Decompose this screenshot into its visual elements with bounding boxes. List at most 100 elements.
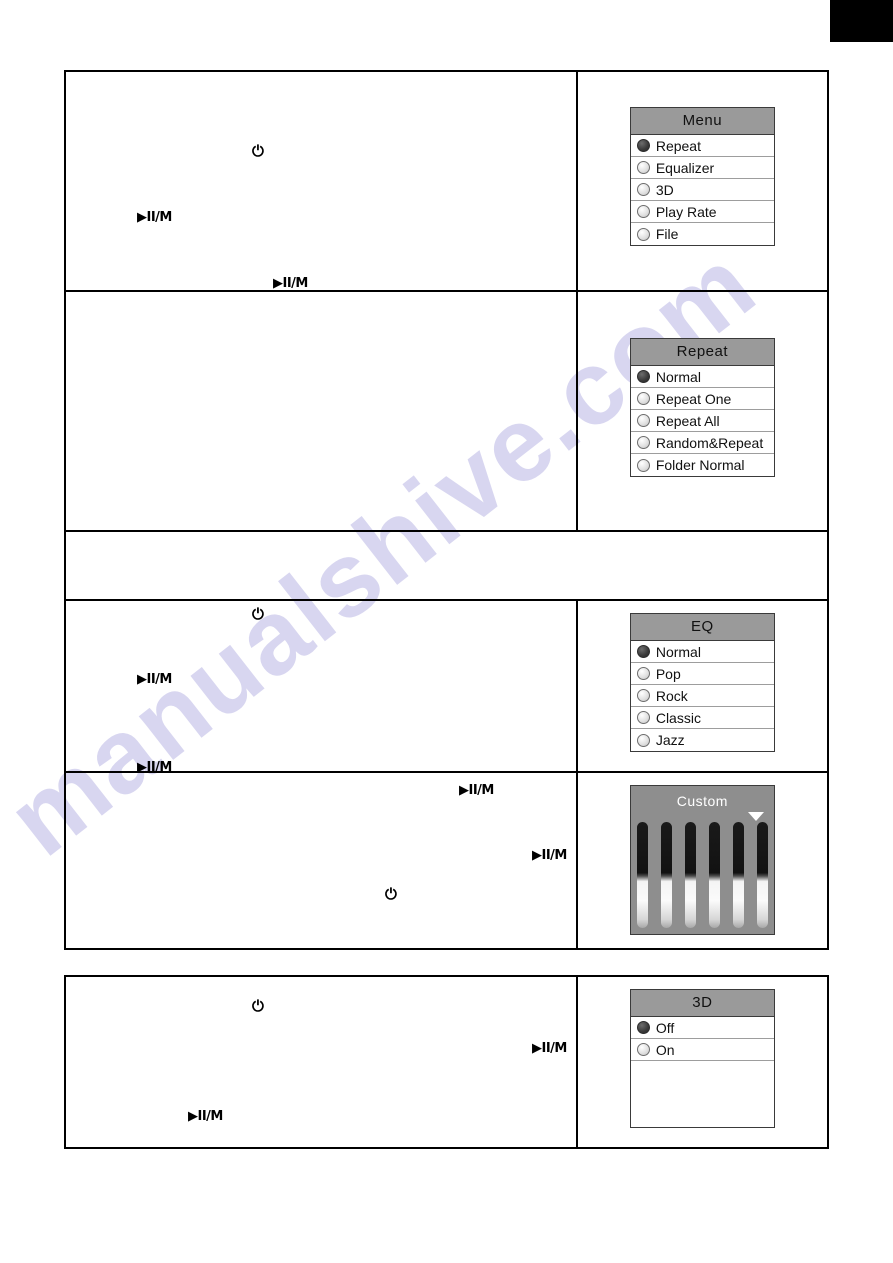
eq-item-label: Pop xyxy=(655,665,681,682)
screen-title: Custom xyxy=(676,793,728,809)
power-icon: ⏻ xyxy=(252,997,264,1015)
equalizer-band-group xyxy=(634,822,770,928)
radio-icon[interactable] xyxy=(636,733,650,747)
menu-item-label: Play Rate xyxy=(655,203,717,220)
radio-icon[interactable] xyxy=(636,370,650,383)
table-row: ⏻ ▶II/M ▶II/M 3D Off On xyxy=(64,975,830,1149)
repeat-item-label: Normal xyxy=(655,368,701,385)
radio-icon[interactable] xyxy=(636,645,650,658)
repeat-item-folder-normal[interactable]: Folder Normal xyxy=(630,454,774,476)
radio-icon[interactable] xyxy=(636,667,650,680)
equalizer-band-slider[interactable] xyxy=(706,822,722,928)
device-screen-menu: Menu Repeat Equalizer 3D Play Rate File xyxy=(629,107,775,246)
radio-icon[interactable] xyxy=(636,414,650,427)
eq-item-rock[interactable]: Rock xyxy=(630,685,774,707)
cell-eq-screen: EQ Normal Pop Rock Classic Jazz xyxy=(575,599,830,773)
menu-item-label: Equalizer xyxy=(655,159,715,176)
equalizer-band-slider[interactable] xyxy=(682,822,698,928)
play-menu-icon: ▶II/M xyxy=(137,672,172,687)
device-screen-eq: EQ Normal Pop Rock Classic Jazz xyxy=(629,613,775,752)
radio-icon[interactable] xyxy=(636,1021,650,1034)
repeat-item-label: Folder Normal xyxy=(655,457,745,473)
table-row-spacer xyxy=(64,530,829,601)
play-menu-icon: ▶II/M xyxy=(273,276,308,291)
table-row: ▶II/M ▶II/M ⏻ Custom xyxy=(64,771,830,950)
play-menu-icon: ▶II/M xyxy=(532,848,567,863)
cell-spacer-note xyxy=(64,530,829,601)
eq-item-normal[interactable]: Normal xyxy=(630,641,774,663)
cell-repeat-screen: Repeat Normal Repeat One Repeat All Rand… xyxy=(575,290,830,532)
repeat-item-repeat-all[interactable]: Repeat All xyxy=(630,410,774,432)
slider-track xyxy=(636,822,648,928)
threed-item-label: On xyxy=(655,1041,675,1058)
device-screen-repeat: Repeat Normal Repeat One Repeat All Rand… xyxy=(629,338,775,477)
radio-icon[interactable] xyxy=(636,689,650,702)
device-screen-custom-equalizer: Custom xyxy=(629,785,775,935)
equalizer-band-slider[interactable] xyxy=(754,822,770,928)
radio-icon[interactable] xyxy=(636,458,650,472)
custom-instruction-body: ▶II/M ▶II/M ⏻ xyxy=(66,773,576,948)
screen-title: Repeat xyxy=(630,339,774,366)
eq-item-label: Classic xyxy=(655,709,701,726)
power-icon: ⏻ xyxy=(252,142,264,160)
corner-black-block xyxy=(830,0,893,42)
eq-item-jazz[interactable]: Jazz xyxy=(630,729,774,751)
menu-item-repeat[interactable]: Repeat xyxy=(630,135,774,157)
radio-icon[interactable] xyxy=(636,392,650,405)
slider-track xyxy=(756,822,768,928)
threed-item-label: Off xyxy=(655,1019,675,1036)
repeat-item-label: Repeat One xyxy=(655,390,732,407)
cell-repeat-instructions xyxy=(64,290,578,532)
screen-title: Menu xyxy=(630,108,774,135)
repeat-item-repeat-one[interactable]: Repeat One xyxy=(630,388,774,410)
slider-track xyxy=(732,822,744,928)
manual-table-lower: ⏻ ▶II/M ▶II/M 3D Off On xyxy=(64,975,830,1149)
screen-title: 3D xyxy=(630,990,774,1017)
manual-table-upper: ⏻ ▶II/M ▶II/M Menu Repeat Equalizer 3D P… xyxy=(64,70,830,950)
eq-item-label: Normal xyxy=(655,643,701,660)
slider-track xyxy=(684,822,696,928)
eq-item-pop[interactable]: Pop xyxy=(630,663,774,685)
menu-item-play-rate[interactable]: Play Rate xyxy=(630,201,774,223)
repeat-item-label: Repeat All xyxy=(655,412,720,429)
table-row: ⏻ ▶II/M ▶II/M EQ Normal Pop Rock Classic… xyxy=(64,599,830,775)
radio-icon[interactable] xyxy=(636,227,650,241)
radio-icon[interactable] xyxy=(636,711,650,724)
spacer-note-body xyxy=(66,532,827,599)
menu-item-equalizer[interactable]: Equalizer xyxy=(630,157,774,179)
chevron-down-icon xyxy=(747,812,764,821)
threed-item-off[interactable]: Off xyxy=(630,1017,774,1039)
play-menu-icon: ▶II/M xyxy=(459,783,494,798)
cell-custom-screen: Custom xyxy=(575,771,830,950)
menu-item-3d[interactable]: 3D xyxy=(630,179,774,201)
radio-icon[interactable] xyxy=(636,436,650,449)
cell-3d-instructions: ⏻ ▶II/M ▶II/M xyxy=(64,975,578,1149)
power-icon: ⏻ xyxy=(385,885,397,903)
repeat-item-normal[interactable]: Normal xyxy=(630,366,774,388)
eq-instruction-body: ⏻ ▶II/M ▶II/M xyxy=(66,601,576,775)
radio-icon[interactable] xyxy=(636,205,650,218)
repeat-item-label: Random&Repeat xyxy=(655,434,764,451)
eq-item-label: Rock xyxy=(655,687,688,704)
device-screen-3d: 3D Off On xyxy=(629,989,775,1128)
radio-icon[interactable] xyxy=(636,1043,650,1056)
cell-eq-instructions: ⏻ ▶II/M ▶II/M xyxy=(64,599,578,775)
radio-icon[interactable] xyxy=(636,139,650,152)
eq-item-classic[interactable]: Classic xyxy=(630,707,774,729)
repeat-item-random-repeat[interactable]: Random&Repeat xyxy=(630,432,774,454)
play-menu-icon: ▶II/M xyxy=(137,210,172,225)
table-row: Repeat Normal Repeat One Repeat All Rand… xyxy=(64,290,830,532)
play-menu-icon: ▶II/M xyxy=(188,1109,223,1124)
equalizer-band-slider[interactable] xyxy=(658,822,674,928)
cell-3d-screen: 3D Off On xyxy=(575,975,830,1149)
cell-menu-screen: Menu Repeat Equalizer 3D Play Rate File xyxy=(575,70,830,292)
threed-item-on[interactable]: On xyxy=(630,1039,774,1061)
radio-icon[interactable] xyxy=(636,183,650,196)
menu-item-label: File xyxy=(655,226,679,242)
equalizer-band-slider[interactable] xyxy=(730,822,746,928)
equalizer-band-slider[interactable] xyxy=(634,822,650,928)
cell-menu-instructions: ⏻ ▶II/M ▶II/M xyxy=(64,70,578,292)
menu-item-label: Repeat xyxy=(655,137,701,154)
radio-icon[interactable] xyxy=(636,161,650,174)
menu-item-file[interactable]: File xyxy=(630,223,774,245)
